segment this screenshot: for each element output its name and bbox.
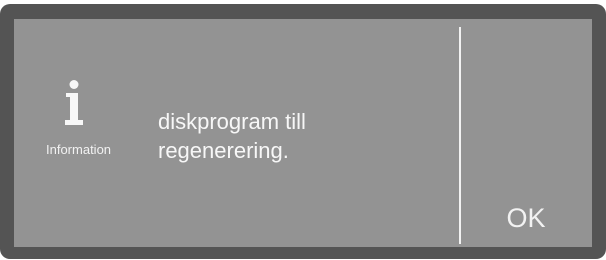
message-line-2: regenerering. (158, 138, 289, 163)
info-caption: Information (46, 142, 112, 157)
message-line-1: diskprogram till (158, 109, 306, 134)
message-text: diskprogram till regenerering. (158, 107, 306, 165)
ok-button[interactable]: OK (461, 190, 591, 246)
info-icon (65, 80, 83, 125)
